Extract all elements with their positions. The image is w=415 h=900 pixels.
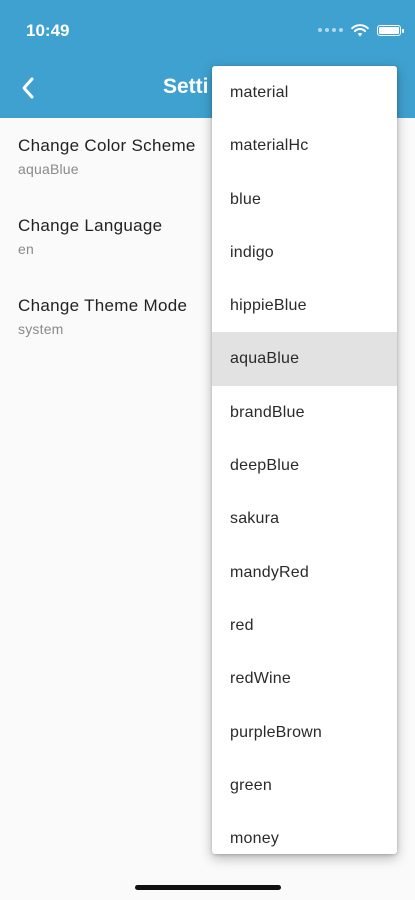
menu-option-blue[interactable]: blue — [212, 173, 397, 226]
page-title: Setti — [163, 75, 209, 98]
menu-option-green[interactable]: green — [212, 759, 397, 812]
menu-option-material[interactable]: material — [212, 66, 397, 119]
menu-option-purplebrown[interactable]: purpleBrown — [212, 706, 397, 759]
color-scheme-dropdown: material materialHc blue indigo hippieBl… — [212, 66, 397, 854]
battery-icon — [377, 24, 404, 36]
menu-option-materialhc[interactable]: materialHc — [212, 119, 397, 172]
menu-option-redwine[interactable]: redWine — [212, 652, 397, 705]
menu-option-indigo[interactable]: indigo — [212, 226, 397, 279]
home-indicator[interactable] — [135, 885, 281, 890]
menu-option-sakura[interactable]: sakura — [212, 492, 397, 545]
menu-option-aquablue[interactable]: aquaBlue — [212, 332, 397, 386]
status-time: 10:49 — [26, 21, 70, 40]
chevron-left-icon — [22, 77, 34, 99]
menu-option-hippieblue[interactable]: hippieBlue — [212, 279, 397, 332]
menu-option-deepblue[interactable]: deepBlue — [212, 439, 397, 492]
signal-icon — [318, 28, 343, 32]
wifi-icon — [351, 23, 369, 36]
menu-option-brandblue[interactable]: brandBlue — [212, 386, 397, 439]
menu-option-mandyred[interactable]: mandyRed — [212, 546, 397, 599]
back-button[interactable] — [8, 70, 48, 106]
menu-option-red[interactable]: red — [212, 599, 397, 652]
status-icons — [318, 20, 404, 40]
menu-option-money[interactable]: money — [212, 812, 397, 854]
